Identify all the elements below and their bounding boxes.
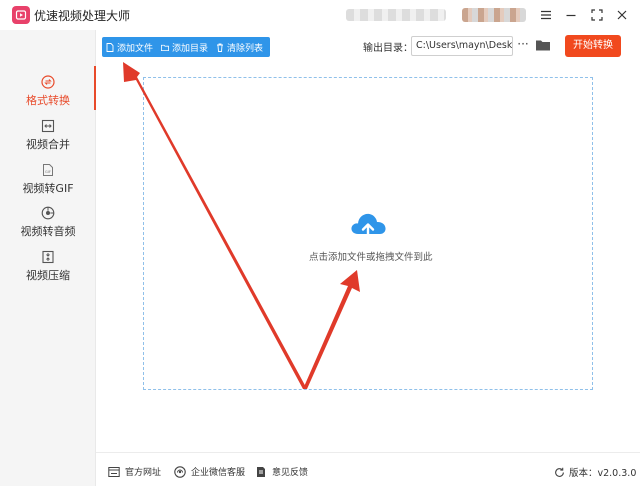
start-convert-button[interactable]: 开始转换 xyxy=(565,35,621,57)
title-bar: 优速视频处理大师 xyxy=(0,0,640,30)
sidebar-item-label: 格式转换 xyxy=(26,94,70,107)
minimize-icon[interactable] xyxy=(561,5,581,25)
website-link[interactable]: 官方网址 xyxy=(108,465,161,478)
refresh-icon xyxy=(555,467,564,477)
clear-list-button[interactable]: 清除列表 xyxy=(212,37,267,57)
trash-icon xyxy=(217,43,224,52)
close-icon[interactable] xyxy=(612,5,632,25)
gif-icon: GIF xyxy=(43,164,53,176)
wechat-support-link[interactable]: 企业微信客服 xyxy=(174,465,245,478)
add-folder-label: 添加目录 xyxy=(172,43,209,54)
feedback-icon xyxy=(257,466,265,477)
open-folder-icon[interactable] xyxy=(535,38,551,52)
footer-divider xyxy=(96,452,640,453)
website-label: 官方网址 xyxy=(125,468,162,478)
cloud-upload-icon[interactable] xyxy=(349,210,387,242)
sidebar-item-label: 视频合并 xyxy=(26,138,70,151)
format-convert-icon xyxy=(41,75,55,89)
version-info[interactable]: 版本：v2.0.3.0 xyxy=(554,465,636,479)
add-folder-button[interactable]: 添加目录 xyxy=(157,37,212,57)
headset-icon xyxy=(174,465,186,478)
blurred-user-info xyxy=(346,9,446,21)
sidebar-item-label: 视频压缩 xyxy=(26,269,70,282)
video-logo-icon xyxy=(12,6,30,24)
folder-icon xyxy=(161,44,169,51)
add-file-button[interactable]: 添加文件 xyxy=(102,37,157,57)
clear-list-label: 清除列表 xyxy=(227,43,264,54)
svg-text:GIF: GIF xyxy=(45,170,51,174)
blurred-avatar xyxy=(462,8,526,22)
output-path-field[interactable]: C:\Users\mayn\Desktop xyxy=(411,36,513,56)
feedback-link[interactable]: 意见反馈 xyxy=(255,465,308,478)
output-directory-label: 输出目录： xyxy=(363,43,413,54)
sidebar-item-gif[interactable]: GIF 视频转GIF xyxy=(0,163,96,203)
app-title: 优速视频处理大师 xyxy=(34,9,131,23)
audio-icon xyxy=(41,206,55,220)
add-file-label: 添加文件 xyxy=(117,43,154,54)
browse-more-button[interactable]: ··· xyxy=(516,36,530,56)
file-toolbar: 添加文件 添加目录 清除列表 xyxy=(102,37,270,57)
feedback-label: 意见反馈 xyxy=(272,468,309,478)
maximize-icon[interactable] xyxy=(587,5,607,25)
version-label: 版本：v2.0.3.0 xyxy=(569,468,637,479)
file-icon xyxy=(106,42,114,52)
sidebar-item-format-convert[interactable]: 格式转换 xyxy=(0,75,96,115)
browser-icon xyxy=(108,466,120,477)
sidebar-item-compress[interactable]: 视频压缩 xyxy=(0,250,96,290)
video-merge-icon xyxy=(41,119,55,133)
drop-hint-text: 点击添加文件或拖拽文件到此 xyxy=(309,252,433,263)
wechat-support-label: 企业微信客服 xyxy=(191,468,246,478)
compress-icon xyxy=(42,250,54,264)
sidebar-item-video-merge[interactable]: 视频合并 xyxy=(0,119,96,159)
sidebar-item-label: 视频转GIF xyxy=(22,182,74,195)
sidebar-item-audio[interactable]: 视频转音频 xyxy=(0,206,96,246)
menu-icon[interactable] xyxy=(536,5,556,25)
sidebar-item-label: 视频转音频 xyxy=(20,225,76,238)
